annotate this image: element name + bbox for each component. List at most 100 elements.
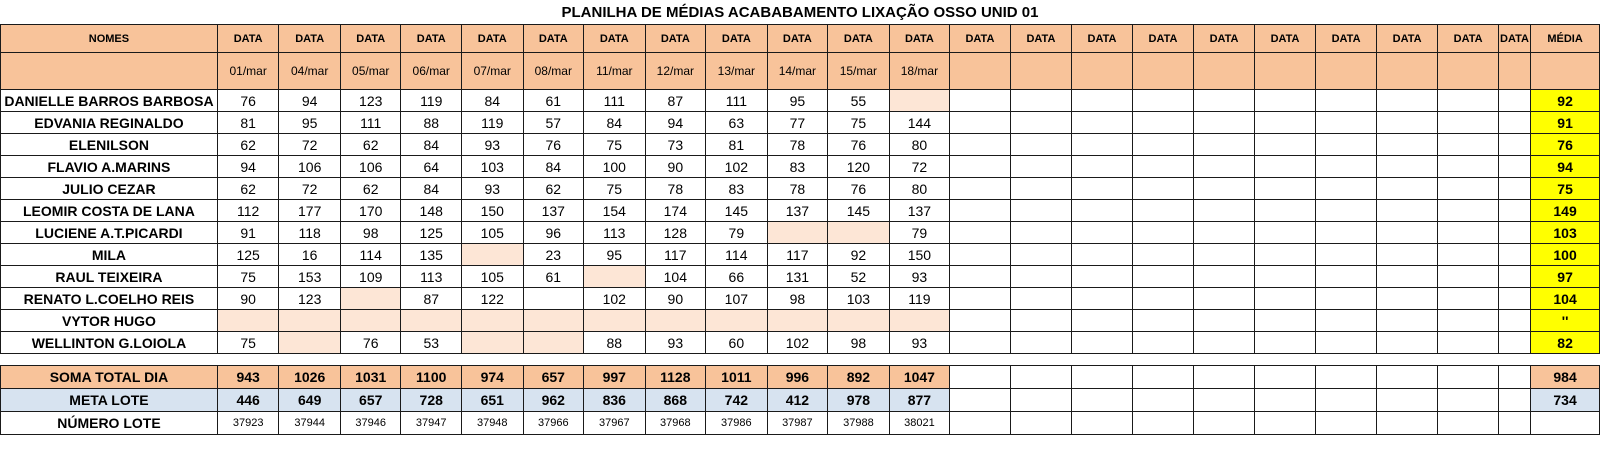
value-cell[interactable]: 23 [522,243,585,266]
empty-cell[interactable] [1437,221,1499,244]
value-cell[interactable]: 81 [216,111,280,134]
meta-value[interactable]: 446 [216,388,280,412]
value-cell[interactable]: 102 [583,287,646,310]
lote-value[interactable]: 37946 [339,411,402,435]
soma-value[interactable]: 943 [216,365,280,389]
value-cell[interactable]: 120 [827,155,890,178]
value-cell[interactable]: 144 [888,111,951,134]
media-cell[interactable]: 75 [1530,177,1600,200]
empty-cell[interactable] [1315,388,1377,412]
value-cell[interactable]: 125 [400,221,462,244]
name-cell[interactable]: JULIO CEZAR [0,177,218,200]
value-cell[interactable]: 76 [827,177,890,200]
value-cell[interactable]: 52 [827,265,890,288]
date-cell[interactable]: 05/mar [339,52,402,90]
value-cell[interactable]: 113 [400,265,462,288]
data-header[interactable]: DATA [1193,24,1255,53]
empty-cell[interactable] [1131,388,1195,412]
value-cell[interactable]: 93 [888,331,951,354]
data-header[interactable]: DATA [644,24,707,53]
date-cell[interactable]: 14/mar [766,52,829,90]
empty-cell[interactable] [1315,155,1377,178]
value-cell[interactable]: 76 [827,133,890,156]
value-cell[interactable]: 87 [644,89,707,112]
name-cell[interactable]: EDVANIA REGINALDO [0,111,218,134]
empty-cell[interactable] [1437,309,1499,332]
meta-value[interactable]: 962 [522,388,585,412]
data-header[interactable]: DATA [1071,24,1133,53]
value-cell[interactable]: 94 [216,155,280,178]
empty-cell[interactable] [1071,365,1133,389]
value-cell[interactable]: 94 [278,89,341,112]
value-cell[interactable]: 128 [644,221,707,244]
empty-cell[interactable] [1009,221,1073,244]
value-cell[interactable]: 107 [705,287,768,310]
lote-media[interactable] [1530,411,1600,435]
value-cell[interactable]: 95 [766,89,829,112]
meta-value[interactable]: 868 [644,388,707,412]
empty-cell[interactable] [1193,287,1255,310]
date-cell[interactable]: 12/mar [644,52,707,90]
empty-cell[interactable] [1375,199,1439,222]
empty-cell[interactable] [1497,243,1532,266]
empty-cell[interactable] [1253,133,1317,156]
value-cell[interactable]: 75 [583,133,646,156]
empty-cell[interactable] [1253,309,1317,332]
soma-value[interactable]: 996 [766,365,829,389]
lote-value[interactable]: 37986 [705,411,768,435]
empty-cell[interactable] [1131,221,1195,244]
empty-cell[interactable] [1009,89,1073,112]
empty-cell[interactable] [1497,155,1532,178]
lote-label[interactable]: NÚMERO LOTE [0,411,218,435]
value-cell[interactable]: 80 [888,133,951,156]
empty-cell[interactable] [949,89,1011,112]
value-cell[interactable]: 154 [583,199,646,222]
date-cell[interactable] [1253,52,1317,90]
value-cell[interactable]: 98 [827,331,890,354]
empty-cell[interactable] [1437,133,1499,156]
empty-cell[interactable] [1315,265,1377,288]
empty-cell[interactable] [1009,365,1073,389]
empty-cell[interactable] [1375,177,1439,200]
data-header[interactable]: DATA [339,24,402,53]
date-cell[interactable] [1193,52,1255,90]
value-cell[interactable] [888,89,951,112]
empty-cell[interactable] [1071,133,1133,156]
empty-cell[interactable] [1315,177,1377,200]
meta-label[interactable]: META LOTE [0,388,218,412]
empty-cell[interactable] [1009,265,1073,288]
name-cell[interactable]: LUCIENE A.T.PICARDI [0,221,218,244]
value-cell[interactable]: 66 [705,265,768,288]
value-cell[interactable]: 78 [644,177,707,200]
empty-cell[interactable] [1437,287,1499,310]
names-header[interactable]: NOMES [0,24,218,53]
data-header[interactable]: DATA [1315,24,1377,53]
value-cell[interactable]: 95 [278,111,341,134]
empty-cell[interactable] [1193,133,1255,156]
empty-cell[interactable] [1315,309,1377,332]
empty-cell[interactable] [1497,287,1532,310]
date-cell[interactable] [1375,52,1439,90]
empty-cell[interactable] [1497,331,1532,354]
empty-cell[interactable] [1497,221,1532,244]
value-cell[interactable]: 118 [278,221,341,244]
value-cell[interactable]: 62 [216,133,280,156]
data-header[interactable]: DATA [1253,24,1317,53]
value-cell[interactable]: 137 [522,199,585,222]
value-cell[interactable]: 153 [278,265,341,288]
value-cell[interactable]: 93 [460,177,524,200]
value-cell[interactable]: 77 [766,111,829,134]
empty-cell[interactable] [1253,221,1317,244]
empty-cell[interactable] [1315,411,1377,435]
name-cell[interactable]: ELENILSON [0,133,218,156]
value-cell[interactable]: 75 [216,331,280,354]
media-cell[interactable]: 100 [1530,243,1600,266]
date-cell[interactable]: 13/mar [705,52,768,90]
value-cell[interactable]: 105 [460,265,524,288]
empty-cell[interactable] [1375,243,1439,266]
empty-cell[interactable] [1009,133,1073,156]
empty-cell[interactable] [1497,133,1532,156]
empty-cell[interactable] [1437,411,1499,435]
empty-cell[interactable] [1193,155,1255,178]
value-cell[interactable]: 112 [216,199,280,222]
